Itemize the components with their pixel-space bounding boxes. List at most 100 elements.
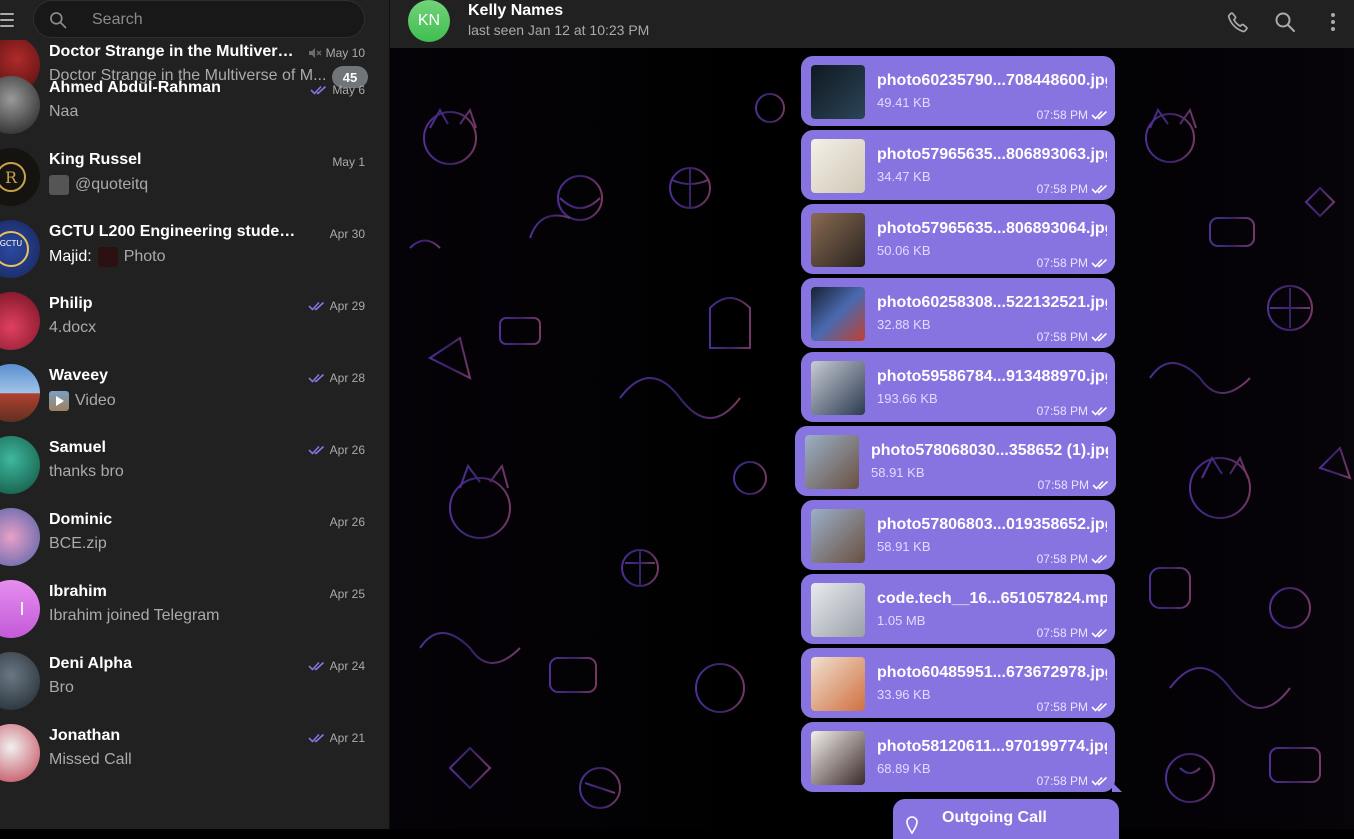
file-message[interactable]: photo60235790...708448600.jpg 49.41 KB 0…: [801, 56, 1115, 126]
file-name: code.tech__16...651057824.mp4: [877, 590, 1107, 607]
file-message[interactable]: photo58120611...970199774.jpg 68.89 KB 0…: [801, 722, 1122, 792]
file-name: photo578068030...358652 (1).jpg: [871, 442, 1108, 459]
date-text: May 1: [332, 155, 365, 169]
file-message[interactable]: photo57965635...806893064.jpg 50.06 KB 0…: [801, 204, 1115, 274]
file-thumbnail: [811, 657, 865, 711]
chat-item-dominic[interactable]: Dominic Apr 26 BCE.zip: [0, 468, 389, 566]
double-check-icon: [308, 301, 324, 311]
chat-date: Apr 26: [330, 515, 365, 529]
chat-date: Apr 26: [308, 443, 365, 457]
chat-name: Ibrahim: [49, 583, 107, 600]
chat-item-philip[interactable]: Philip Apr 29 4.docx: [0, 252, 389, 350]
peer-avatar[interactable]: KN: [408, 0, 450, 42]
file-message[interactable]: photo578068030...358652 (1).jpg 58.91 KB…: [795, 426, 1116, 496]
date-text: Apr 26: [329, 515, 365, 529]
chat-name: Samuel: [49, 439, 106, 456]
outgoing-call-message[interactable]: Outgoing Call: [893, 799, 1119, 839]
video-message[interactable]: code.tech__16...651057824.mp4 1.05 MB 07…: [801, 574, 1115, 644]
file-thumbnail: [811, 139, 865, 193]
file-name: photo58120611...970199774.jpg: [877, 738, 1107, 755]
time-text: 07:58 PM: [1036, 774, 1088, 788]
file-size: 33.96 KB: [877, 687, 931, 702]
chat-date: Apr 24: [308, 659, 365, 673]
phone-icon[interactable]: [1226, 10, 1250, 34]
file-size: 58.91 KB: [877, 539, 931, 554]
time-text: 07:58 PM: [1036, 182, 1088, 196]
search-input[interactable]: [90, 1, 354, 39]
double-check-icon: [1091, 554, 1108, 564]
chat-preview: Missed Call: [49, 751, 339, 769]
date-text: May 6: [332, 83, 365, 97]
chat-item-deni-alpha[interactable]: Deni Alpha Apr 24 Bro: [0, 612, 389, 710]
file-name: photo60485951...673672978.jpg: [877, 664, 1107, 681]
chat-item-jonathan[interactable]: Jonathan Apr 21 Missed Call: [0, 684, 389, 782]
time-text: 07:58 PM: [1036, 108, 1088, 122]
message-time: 07:58 PM: [1037, 108, 1109, 122]
date-text: Apr 26: [329, 443, 365, 457]
chat-item-ahmed[interactable]: Ahmed Abdul-Rahman May 6 Naa: [0, 36, 389, 134]
file-size: 58.91 KB: [871, 465, 925, 480]
message-time: 07:58 PM: [1037, 774, 1109, 788]
file-thumbnail: [811, 65, 865, 119]
double-check-icon: [308, 661, 324, 671]
chat-name: GCTU L200 Engineering students: [49, 223, 299, 240]
chat-header: KN Kelly Names last seen Jan 12 at 10:23…: [390, 0, 1354, 48]
time-text: 07:58 PM: [1036, 552, 1088, 566]
message-time: 07:58 PM: [1037, 626, 1109, 640]
file-size: 49.41 KB: [877, 95, 931, 110]
file-name: photo60258308...522132521.jpg: [877, 294, 1107, 311]
chat-name: Ahmed Abdul-Rahman: [49, 79, 221, 96]
chat-name: Deni Alpha: [49, 655, 132, 672]
chat-date: Apr 25: [330, 587, 365, 601]
double-check-icon: [1091, 406, 1108, 416]
double-check-icon: [1091, 702, 1108, 712]
menu-button[interactable]: [0, 8, 20, 32]
file-message[interactable]: photo59586784...913488970.jpg 193.66 KB …: [801, 352, 1115, 422]
chat-list-panel: Doctor Strange in the Multiverse ... May…: [0, 0, 390, 829]
chat-item-ibrahim[interactable]: I Ibrahim Apr 25 Ibrahim joined Telegram: [0, 540, 389, 638]
file-size: 1.05 MB: [877, 613, 926, 628]
file-thumbnail: [811, 361, 865, 415]
file-size: 32.88 KB: [877, 317, 931, 332]
file-name: photo57965635...806893063.jpg: [877, 146, 1107, 163]
file-message[interactable]: photo60258308...522132521.jpg 32.88 KB 0…: [801, 278, 1115, 348]
double-check-icon: [310, 85, 327, 95]
call-icon: [906, 816, 918, 835]
chat-item-waveey[interactable]: Waveey Apr 28 Video: [0, 324, 389, 422]
message-time: 07:58 PM: [1037, 404, 1109, 418]
peer-status: last seen Jan 12 at 10:23 PM: [468, 22, 650, 38]
date-text: Apr 29: [329, 299, 365, 313]
double-check-icon: [1091, 184, 1108, 194]
message-time: 07:58 PM: [1037, 700, 1109, 714]
double-check-icon: [1091, 258, 1108, 268]
double-check-icon: [1091, 332, 1108, 342]
more-options-icon[interactable]: [1321, 10, 1345, 34]
chat-item-king-russel[interactable]: R King Russel May 1 @quoteitq: [0, 108, 389, 206]
file-message[interactable]: photo57806803...019358652.jpg 58.91 KB 0…: [801, 500, 1115, 570]
double-check-icon: [308, 733, 324, 743]
file-message[interactable]: photo57965635...806893063.jpg 34.47 KB 0…: [801, 130, 1115, 200]
video-thumbnail: [811, 583, 865, 637]
svg-text:GCTU: GCTU: [0, 239, 22, 248]
chat-item-samuel[interactable]: Samuel Apr 26 thanks bro: [0, 396, 389, 494]
search-box: [33, 0, 365, 39]
peer-initials: KN: [417, 12, 441, 29]
peer-name[interactable]: Kelly Names: [468, 2, 563, 20]
chat-date: Apr 30: [330, 227, 365, 241]
chat-name: Jonathan: [49, 727, 121, 744]
file-message[interactable]: photo60485951...673672978.jpg 33.96 KB 0…: [801, 648, 1115, 718]
file-thumbnail: [811, 287, 865, 341]
chat-item-gctu[interactable]: GCTU GCTU L200 Engineering students Apr …: [0, 180, 389, 278]
file-name: photo57806803...019358652.jpg: [877, 516, 1107, 533]
chat-date: Apr 28: [308, 371, 365, 385]
message-time: 07:58 PM: [1037, 330, 1109, 344]
time-text: 07:58 PM: [1036, 626, 1088, 640]
file-name: photo57965635...806893064.jpg: [877, 220, 1107, 237]
search-icon[interactable]: [1273, 10, 1297, 34]
chat-name: King Russel: [49, 151, 142, 168]
chat-date: Apr 29: [308, 299, 365, 313]
time-text: 07:58 PM: [1036, 700, 1088, 714]
message-time: 07:58 PM: [1037, 552, 1109, 566]
message-time: 07:58 PM: [1038, 478, 1110, 492]
chat-name: Waveey: [49, 367, 108, 384]
